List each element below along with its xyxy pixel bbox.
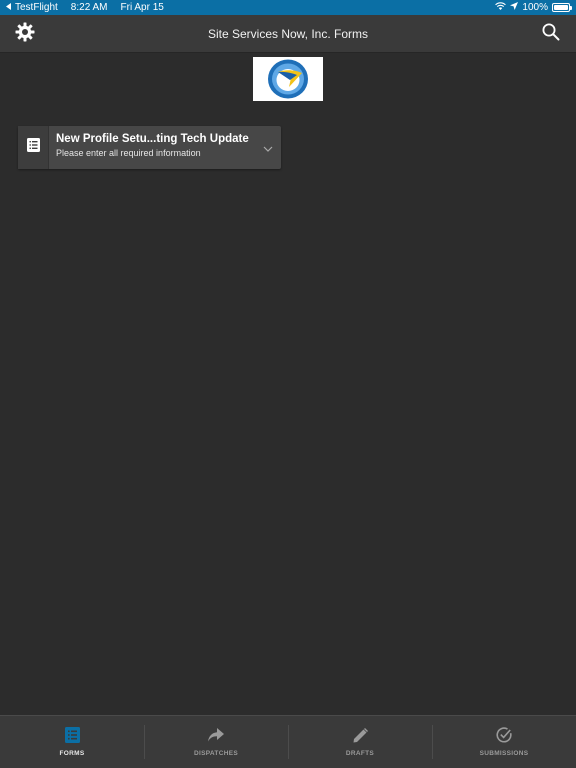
form-card[interactable]: New Profile Setu...ting Tech Update Plea… <box>18 126 281 169</box>
nav-bar: Site Services Now, Inc. Forms <box>0 15 576 53</box>
battery-icon <box>552 3 572 12</box>
tab-submissions[interactable]: SUBMISSIONS <box>432 716 576 768</box>
search-button[interactable] <box>539 22 563 46</box>
location-arrow-icon <box>510 2 519 13</box>
pencil-icon <box>351 726 369 744</box>
status-time: 8:22 AM <box>70 2 108 13</box>
back-app-label: TestFlight <box>15 2 58 13</box>
expand-button[interactable] <box>255 126 281 169</box>
tab-forms[interactable]: FORMS <box>0 716 144 768</box>
page-title: Site Services Now, Inc. Forms <box>207 26 369 41</box>
company-logo <box>253 57 323 101</box>
check-circle-icon <box>495 726 513 744</box>
wifi-icon <box>495 2 507 13</box>
form-list-icon <box>26 138 40 157</box>
chevron-down-icon <box>263 139 273 157</box>
back-to-app[interactable]: TestFlight 8:22 AM Fri Apr 15 <box>6 2 164 13</box>
form-title: New Profile Setu...ting Tech Update <box>56 133 249 145</box>
tab-dispatches[interactable]: DISPATCHES <box>144 716 288 768</box>
tab-drafts[interactable]: DRAFTS <box>288 716 432 768</box>
form-card-text: New Profile Setu...ting Tech Update Plea… <box>49 126 255 169</box>
status-bar: TestFlight 8:22 AM Fri Apr 15 100% <box>0 0 576 15</box>
battery-percent: 100% <box>522 2 548 13</box>
search-icon <box>542 23 560 46</box>
app-screen: TestFlight 8:22 AM Fri Apr 15 100% Site … <box>0 0 576 768</box>
share-arrow-icon <box>207 726 225 744</box>
form-icon-column <box>18 126 49 169</box>
logo-emblem-icon <box>268 59 308 99</box>
settings-button[interactable] <box>13 22 37 46</box>
tab-label: FORMS <box>59 750 85 757</box>
gear-icon <box>15 22 35 47</box>
tab-bar: FORMS DISPATCHES DRAFTS SUBMISSIONS <box>0 715 576 768</box>
tab-label: SUBMISSIONS <box>479 750 529 757</box>
back-arrow-icon <box>6 2 12 13</box>
form-subtitle: Please enter all required information <box>56 148 201 158</box>
tab-label: DRAFTS <box>345 750 375 757</box>
battery-fill <box>554 5 568 10</box>
status-date: Fri Apr 15 <box>120 2 164 13</box>
forms-icon <box>63 726 81 744</box>
tab-label: DISPATCHES <box>194 750 238 757</box>
